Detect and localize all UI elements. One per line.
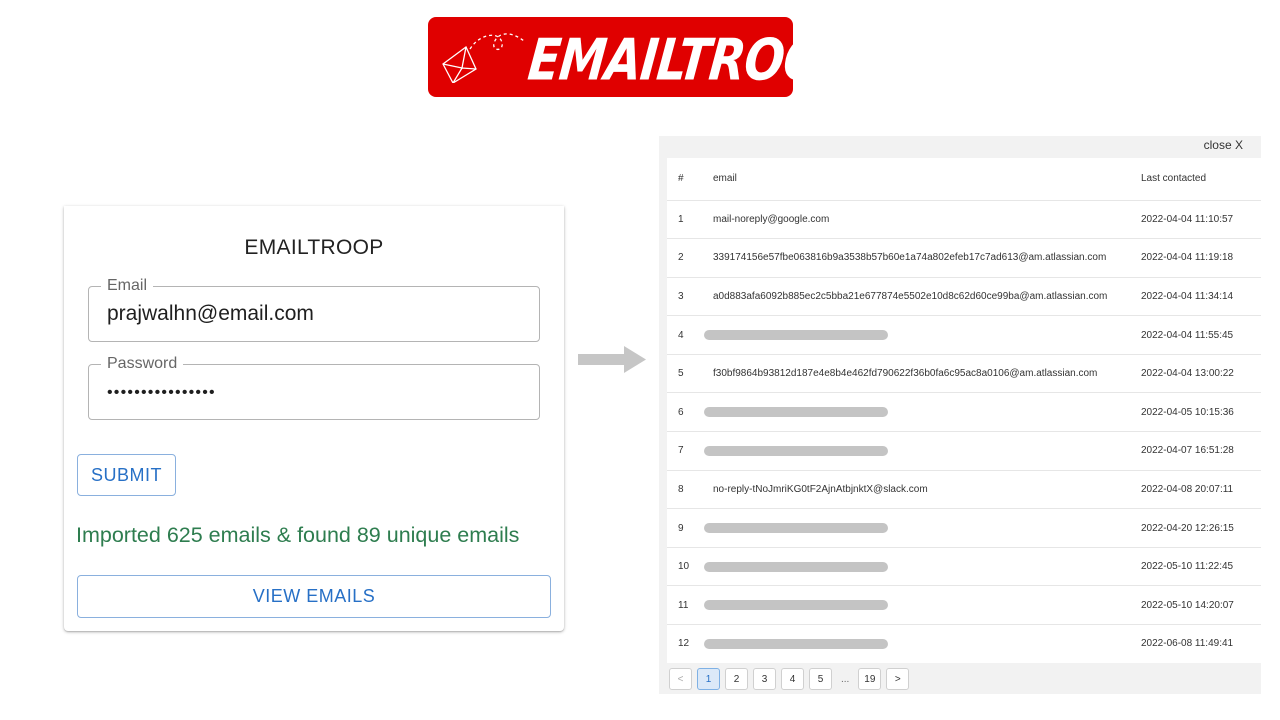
- row-number: 1: [667, 200, 701, 240]
- redacted-email-cell: [701, 392, 1141, 433]
- redaction-bar: [704, 407, 888, 418]
- email-field[interactable]: Email prajwalhn@email.com: [88, 277, 540, 342]
- last-contacted-cell: 2022-05-10 11:22:45: [1141, 547, 1261, 587]
- row-number: 7: [667, 431, 701, 471]
- table-row[interactable]: 1 mail-noreply@google.com 2022-04-04 11:10…: [667, 200, 1261, 240]
- column-header-last-contacted[interactable]: Last contacted: [1141, 158, 1261, 201]
- email-cell: f30bf9864b93812d187e4e8b4e462fd790622f36…: [701, 354, 1141, 394]
- last-contacted-cell: 2022-04-05 10:15:36: [1141, 392, 1261, 433]
- import-status-message: Imported 625 emails & found 89 unique em…: [76, 523, 520, 547]
- last-contacted-cell: 2022-06-08 11:49:41: [1141, 624, 1261, 663]
- email-cell: mail-noreply@google.com: [701, 200, 1141, 240]
- next-page-button[interactable]: >: [886, 668, 910, 690]
- email-value[interactable]: prajwalhn@email.com: [107, 302, 314, 326]
- card-title: EMAILTROOP: [244, 236, 384, 259]
- table-row[interactable]: 3 a0d883afa6092b885ec2c5bba21e677874e5502…: [667, 277, 1261, 317]
- row-number: 8: [667, 470, 701, 510]
- login-card: EMAILTROOP Email prajwalhn@email.com Pas…: [64, 206, 564, 631]
- page-button-1[interactable]: 1: [697, 668, 720, 690]
- last-contacted-cell: 2022-04-20 12:26:15: [1141, 508, 1261, 548]
- table-header-row: # email Last contacted: [667, 158, 1261, 201]
- password-label: Password: [101, 355, 184, 373]
- page-button-5[interactable]: 5: [809, 668, 832, 690]
- close-button[interactable]: close X: [1204, 138, 1243, 152]
- row-number: 4: [667, 315, 701, 355]
- row-number: 6: [667, 392, 701, 433]
- page-button-4[interactable]: 4: [781, 668, 804, 690]
- right-arrow-icon: [578, 346, 646, 373]
- view-emails-button[interactable]: VIEW EMAILS: [77, 575, 551, 618]
- row-number: 3: [667, 277, 701, 317]
- redacted-email-cell: [701, 624, 1141, 663]
- row-number: 12: [667, 624, 701, 663]
- emails-table: # email Last contacted 1 mail-noreply@goo…: [667, 158, 1261, 663]
- table-row[interactable]: 8 no-reply-tNoJmriKG0tF2AjnAtbjnktX@slack…: [667, 470, 1261, 510]
- last-contacted-cell: 2022-04-04 11:10:57: [1141, 200, 1261, 240]
- table-row[interactable]: 11 2022-05-10 14:20:07: [667, 585, 1261, 626]
- password-value[interactable]: ••••••••••••••••: [107, 381, 216, 405]
- pagination: < 1 2 3 4 5 ... 19 >: [669, 668, 910, 690]
- table-row[interactable]: 10 2022-05-10 11:22:45: [667, 547, 1261, 587]
- row-number: 11: [667, 585, 701, 626]
- pagination-ellipsis: ...: [841, 673, 850, 685]
- last-contacted-cell: 2022-04-04 11:55:45: [1141, 315, 1261, 355]
- logo-wordmark: EMAILTROOP: [524, 27, 860, 95]
- emailtroop-logo: EMAILTROOP: [428, 17, 860, 97]
- row-number: 10: [667, 547, 701, 587]
- table-row[interactable]: 12 2022-06-08 11:49:41: [667, 624, 1261, 663]
- page-button-19[interactable]: 19: [858, 668, 882, 690]
- email-cell: a0d883afa6092b885ec2c5bba21e677874e5502e…: [701, 277, 1141, 317]
- redaction-bar: [704, 561, 888, 572]
- row-number: 9: [667, 508, 701, 548]
- password-field[interactable]: Password ••••••••••••••••: [88, 355, 540, 420]
- table-row[interactable]: 5 f30bf9864b93812d187e4e8b4e462fd790622f3…: [667, 354, 1261, 394]
- email-cell: 339174156e57fbe063816b9a3538b57b60e1a74a…: [701, 238, 1141, 278]
- last-contacted-cell: 2022-04-04 11:34:14: [1141, 277, 1261, 317]
- envelope-plane-icon: [442, 33, 525, 83]
- submit-button[interactable]: SUBMIT: [77, 454, 176, 496]
- last-contacted-cell: 2022-04-04 13:00:22: [1141, 354, 1261, 394]
- redacted-email-cell: [701, 315, 1141, 355]
- table-row[interactable]: 6 2022-04-05 10:15:36: [667, 392, 1261, 433]
- table-row[interactable]: 7 2022-04-07 16:51:28: [667, 431, 1261, 471]
- row-number: 2: [667, 238, 701, 278]
- page-button-2[interactable]: 2: [725, 668, 748, 690]
- redacted-email-cell: [701, 508, 1141, 548]
- redacted-email-cell: [701, 547, 1141, 587]
- prev-page-button[interactable]: <: [669, 668, 692, 690]
- column-header-email[interactable]: email: [701, 158, 1141, 201]
- email-cell: no-reply-tNoJmriKG0tF2AjnAtbjnktX@slack.…: [701, 470, 1141, 510]
- table-row[interactable]: 4 2022-04-04 11:55:45: [667, 315, 1261, 355]
- table-row[interactable]: 9 2022-04-20 12:26:15: [667, 508, 1261, 548]
- last-contacted-cell: 2022-04-08 20:07:11: [1141, 470, 1261, 510]
- redacted-email-cell: [701, 431, 1141, 471]
- email-label: Email: [101, 277, 154, 295]
- redaction-bar: [704, 445, 888, 456]
- last-contacted-cell: 2022-05-10 14:20:07: [1141, 585, 1261, 626]
- redaction-bar: [704, 638, 888, 649]
- redaction-bar: [704, 600, 888, 611]
- emails-panel: close X # email Last contacted 1 mail-nor…: [659, 136, 1261, 694]
- page-button-3[interactable]: 3: [753, 668, 776, 690]
- table-row[interactable]: 2 339174156e57fbe063816b9a3538b57b60e1a74…: [667, 238, 1261, 278]
- column-header-number[interactable]: #: [667, 158, 701, 201]
- emails-table-container: # email Last contacted 1 mail-noreply@goo…: [667, 158, 1261, 663]
- redaction-bar: [704, 329, 888, 340]
- redacted-email-cell: [701, 585, 1141, 626]
- redaction-bar: [704, 522, 888, 533]
- last-contacted-cell: 2022-04-07 16:51:28: [1141, 431, 1261, 471]
- row-number: 5: [667, 354, 701, 394]
- last-contacted-cell: 2022-04-04 11:19:18: [1141, 238, 1261, 278]
